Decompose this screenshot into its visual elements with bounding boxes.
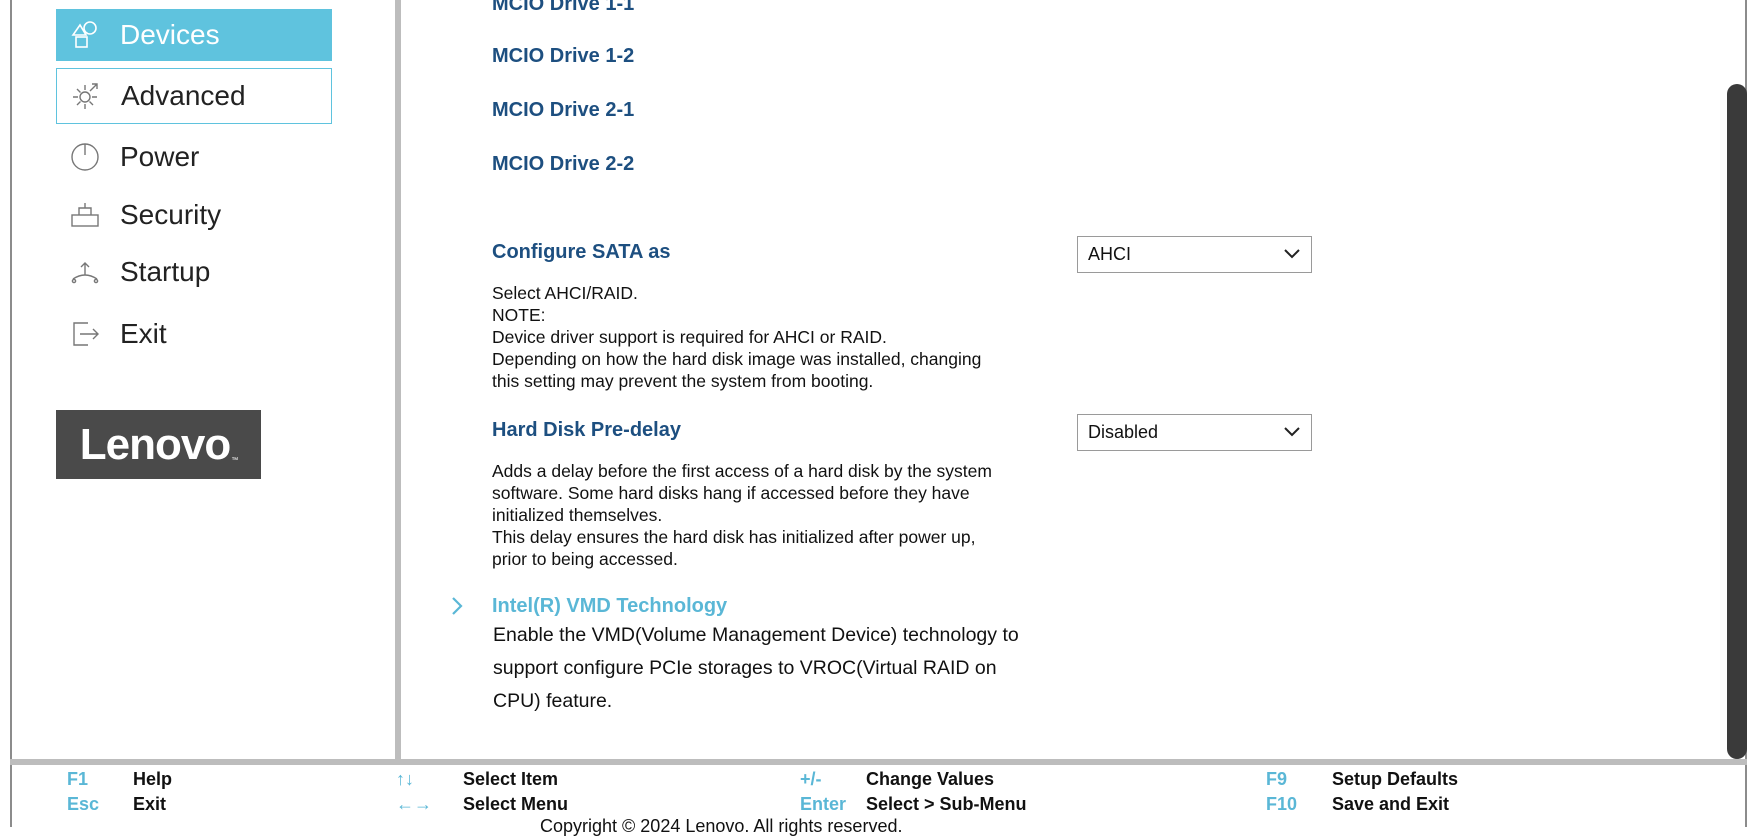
sidebar-item-label: Security: [120, 199, 222, 230]
footer-desc-select-menu: Select Menu: [463, 794, 569, 814]
footer-key-esc: Esc: [67, 794, 100, 814]
help-line: software. Some hard disks hang if access…: [492, 483, 970, 503]
sidebar-item-label: Power: [120, 141, 200, 172]
sidebar-item-advanced[interactable]: Advanced: [56, 68, 332, 124]
footer-divider: [10, 759, 1747, 765]
sidebar-item-startup[interactable]: Startup: [56, 246, 332, 298]
footer-key-f9: F9: [1266, 769, 1288, 789]
help-line: Adds a delay before the first access of …: [492, 461, 992, 481]
logo-text: Lenovo: [79, 419, 231, 469]
intel-vmd-help: Enable the VMD(Volume Management Device)…: [493, 619, 1063, 718]
footer-key-plusminus: +/-: [800, 769, 822, 789]
drive-item-mcio-2-1[interactable]: MCIO Drive 2-1: [492, 99, 634, 122]
sidebar-item-label: Exit: [120, 318, 167, 349]
sidebar-item-label: Advanced: [121, 80, 246, 111]
logo-trademark: ™: [231, 457, 238, 464]
footer-desc-save-exit: Save and Exit: [1332, 794, 1450, 814]
lock-icon: [68, 198, 102, 232]
sidebar-item-security[interactable]: Security: [56, 189, 332, 241]
hard-disk-predelay-select[interactable]: Disabled: [1077, 414, 1312, 451]
intel-vmd-submenu-link[interactable]: Intel(R) VMD Technology: [492, 595, 727, 618]
lenovo-logo: Lenovo ™: [56, 410, 261, 479]
help-line: this setting may prevent the system from…: [492, 371, 874, 391]
drive-item-mcio-1-1[interactable]: MCIO Drive 1-1: [492, 0, 634, 16]
power-icon: [68, 140, 102, 174]
sidebar-divider: [395, 0, 401, 762]
scrollbar-thumb[interactable]: [1727, 84, 1747, 759]
footer-key-leftright: ←→: [396, 794, 432, 814]
drive-item-mcio-2-2[interactable]: MCIO Drive 2-2: [492, 153, 634, 176]
devices-icon: [68, 18, 102, 52]
footer-desc-select-item: Select Item: [463, 769, 559, 789]
footer-key-f1: F1: [67, 769, 89, 789]
exit-icon: [68, 317, 102, 351]
help-line: Select AHCI/RAID.: [492, 283, 638, 303]
frame-left-border: [10, 0, 12, 827]
sidebar-item-devices[interactable]: Devices: [56, 9, 332, 61]
configure-sata-title: Configure SATA as: [492, 241, 671, 263]
chevron-down-icon: [1283, 244, 1301, 265]
footer-desc-exit: Exit: [133, 794, 167, 814]
help-line: prior to being accessed.: [492, 549, 678, 569]
drive-item-mcio-1-2[interactable]: MCIO Drive 1-2: [492, 45, 634, 68]
footer-key-f10: F10: [1266, 794, 1298, 814]
help-line: Depending on how the hard disk image was…: [492, 349, 982, 369]
sidebar-item-label: Devices: [120, 19, 220, 50]
help-line: This delay ensures the hard disk has ini…: [492, 527, 976, 547]
sidebar-item-exit[interactable]: Exit: [56, 308, 332, 360]
configure-sata-help: Select AHCI/RAID. NOTE: Device driver su…: [492, 282, 1052, 392]
help-line: NOTE:: [492, 305, 546, 325]
footer-desc-change-values: Change Values: [866, 769, 995, 789]
hard-disk-predelay-title: Hard Disk Pre-delay: [492, 419, 681, 441]
footer-desc-help: Help: [133, 769, 173, 789]
hard-disk-predelay-value: Disabled: [1088, 422, 1159, 442]
chevron-down-icon: [1283, 422, 1301, 443]
sidebar-item-label: Startup: [120, 256, 211, 287]
help-line: CPU) feature.: [493, 690, 613, 712]
help-line: initialized themselves.: [492, 505, 663, 525]
footer-desc-sub-menu: Select > Sub-Menu: [866, 794, 1027, 814]
configure-sata-select[interactable]: AHCI: [1077, 236, 1312, 273]
sidebar-item-power[interactable]: Power: [56, 131, 332, 183]
startup-icon: [68, 255, 102, 289]
advanced-icon: [69, 79, 103, 113]
footer-key-updown: ↑↓: [396, 769, 414, 789]
help-line: Device driver support is required for AH…: [492, 327, 887, 347]
configure-sata-value: AHCI: [1088, 244, 1132, 264]
help-line: support configure PCIe storages to VROC(…: [493, 657, 997, 679]
hard-disk-predelay-help: Adds a delay before the first access of …: [492, 460, 1052, 570]
footer-key-enter: Enter: [800, 794, 847, 814]
chevron-right-icon[interactable]: [450, 596, 464, 621]
help-line: Enable the VMD(Volume Management Device)…: [493, 624, 1019, 646]
footer-desc-setup-defaults: Setup Defaults: [1332, 769, 1459, 789]
